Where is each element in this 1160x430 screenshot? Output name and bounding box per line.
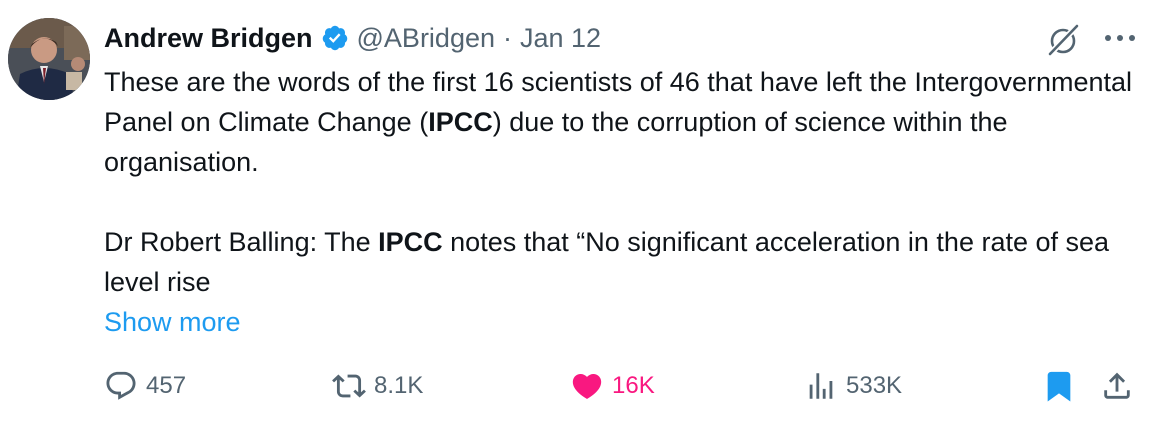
like-count: 16K — [612, 372, 655, 399]
author-name[interactable]: Andrew Bridgen — [104, 23, 313, 54]
tweet-paragraph-1: These are the words of the first 16 scie… — [104, 62, 1134, 182]
bookmark-icon — [1047, 371, 1071, 402]
like-button[interactable]: 16K — [570, 364, 655, 408]
reply-button[interactable]: 457 — [104, 364, 186, 408]
repost-button[interactable]: 8.1K — [332, 364, 423, 408]
text-span: Dr Robert Balling: The — [104, 227, 379, 257]
repost-count: 8.1K — [374, 372, 424, 399]
verified-badge-icon — [322, 25, 347, 51]
author-avatar[interactable] — [8, 18, 90, 100]
tweet-header: Andrew Bridgen @ABridgen · Jan 12 — [104, 18, 601, 58]
more-options-icon[interactable] — [1100, 30, 1140, 46]
bookmark-button[interactable] — [1042, 364, 1076, 408]
share-icon — [1104, 372, 1130, 399]
tweet-date[interactable]: Jan 12 — [520, 23, 601, 54]
views-button[interactable]: 533K — [804, 364, 902, 408]
tweet-text: These are the words of the first 16 scie… — [104, 62, 1134, 302]
avatar-photo — [8, 18, 90, 100]
reply-icon — [106, 371, 136, 400]
tweet-paragraph-2: Dr Robert Balling: The IPCC notes that “… — [104, 222, 1134, 302]
repost-icon — [332, 374, 366, 398]
hashtag-ipcc[interactable]: IPCC — [428, 107, 493, 137]
views-count: 533K — [846, 372, 903, 399]
share-button[interactable] — [1100, 364, 1134, 408]
reply-count: 457 — [146, 372, 187, 399]
show-more-link[interactable]: Show more — [104, 302, 241, 342]
views-icon — [809, 373, 833, 399]
header-separator: · — [503, 22, 512, 53]
heart-icon — [572, 373, 602, 399]
grok-icon[interactable] — [1046, 22, 1082, 58]
author-handle[interactable]: @ABridgen — [357, 23, 495, 54]
action-bar: 457 8.1K 16K 533K — [104, 364, 1144, 408]
hashtag-ipcc[interactable]: IPCC — [378, 227, 443, 257]
